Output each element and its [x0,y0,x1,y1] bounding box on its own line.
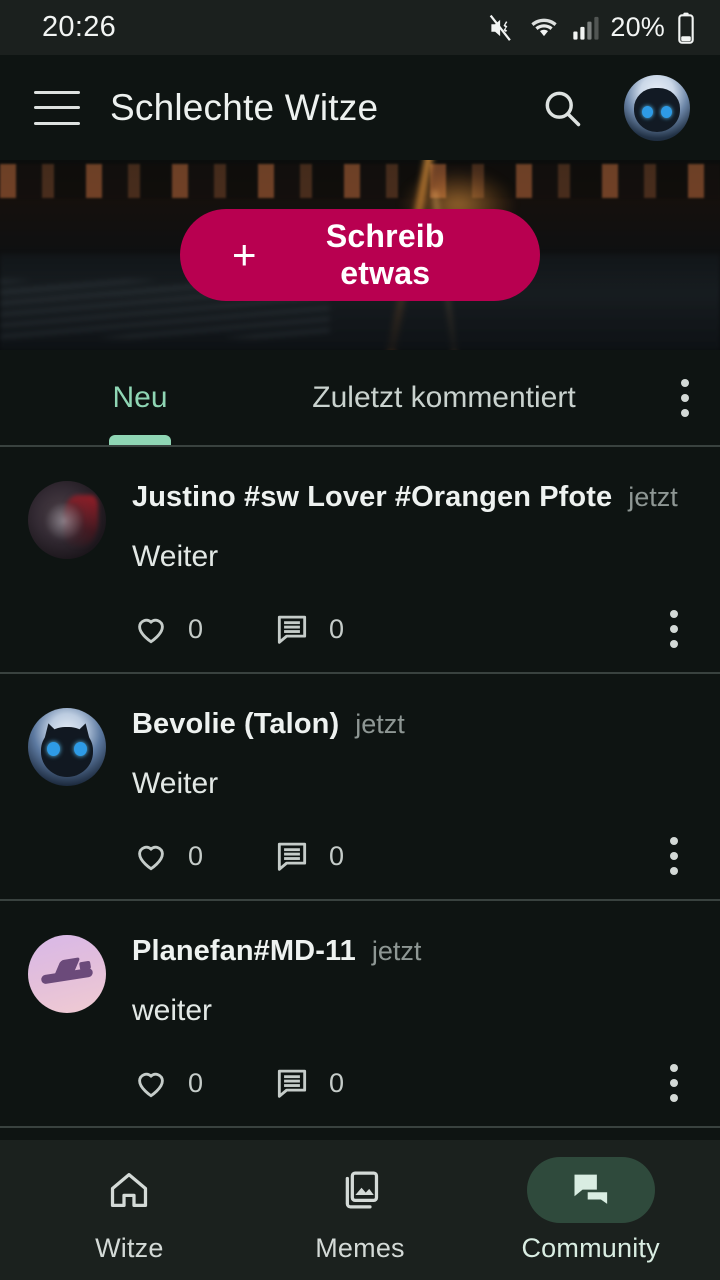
cat-eye-left-icon [642,105,653,118]
post-header: Planefan#MD-11 jetzt weiter 0 0 [28,935,692,1108]
status-bar: 20:26 20% [0,0,720,55]
home-icon [111,1172,148,1207]
comment-count: 0 [329,840,345,871]
tab-zuletzt-kommentiert-label: Zuletzt kommentiert [312,380,576,414]
post-overflow-menu-button[interactable] [656,604,692,654]
comment-button[interactable]: 0 [273,837,344,875]
post-actions: 0 0 [132,604,692,654]
avatar[interactable] [624,74,690,141]
tab-active-indicator [109,435,171,445]
heart-icon [138,1072,164,1098]
post-body: Justino #sw Lover #Orangen Pfote jetzt W… [132,481,692,654]
post-author[interactable]: Justino #sw Lover #Orangen Pfote [132,481,612,514]
post-timestamp: jetzt [371,936,422,966]
bottom-navigation: Witze Memes Community [0,1140,720,1280]
post-feed[interactable]: Justino #sw Lover #Orangen Pfote jetzt W… [0,447,720,1140]
mute-icon [487,13,517,43]
hamburger-menu-icon[interactable] [34,90,80,125]
post-meta: Bevolie (Talon) jetzt [132,708,692,741]
heart-icon [138,618,164,644]
like-button[interactable]: 0 [132,610,203,648]
app-screen: 20:26 20% Schlechte Witze + Schreib etwa… [0,0,720,1280]
banner-crowd [0,164,720,198]
cat-eye-right-icon [74,742,87,756]
post-text: Weiter [132,540,219,573]
compose-post-label: Schreib etwas [325,218,445,291]
like-button[interactable]: 0 [132,1064,203,1102]
search-icon[interactable] [536,82,588,134]
feed-tabs: Neu Zuletzt kommentiert [0,350,720,447]
tab-neu-label: Neu [112,380,168,414]
post-text: weiter [132,994,213,1027]
comment-icon [277,615,307,644]
comment-count: 0 [329,613,345,644]
nav-item-memes[interactable]: Memes [260,1157,460,1264]
compose-post-button[interactable]: + Schreib etwas [180,209,540,301]
post-avatar[interactable] [28,935,106,1013]
more-vertical-icon [670,610,678,648]
page-title: Schlechte Witze [110,86,379,128]
post-author[interactable]: Planefan#MD-11 [132,935,356,968]
nav-item-memes-label: Memes [315,1232,405,1263]
post-timestamp: jetzt [355,709,405,739]
chat-bubbles-icon [574,1174,607,1204]
nav-item-witze[interactable]: Witze [29,1157,229,1264]
heart-icon [138,845,164,871]
like-count: 0 [188,613,204,644]
plus-icon: + [232,231,257,278]
post-item[interactable]: Planefan#MD-11 jetzt weiter 0 0 [0,901,720,1128]
like-count: 0 [188,1067,204,1098]
nav-item-community[interactable]: Community [491,1156,691,1264]
airplane-icon [40,967,94,985]
tab-neu[interactable]: Neu [0,350,280,445]
post-actions: 0 0 [132,831,692,881]
nav-pill [296,1157,424,1223]
nav-pill [526,1156,655,1223]
post-overflow-menu-button[interactable] [656,1058,692,1108]
more-vertical-icon [670,837,678,875]
comment-icon [277,842,307,871]
post-item[interactable]: Bevolie (Talon) jetzt Weiter 0 0 [0,674,720,901]
cat-eye-right-icon [661,105,672,118]
app-bar: Schlechte Witze [0,55,720,160]
post-timestamp: jetzt [628,482,678,512]
status-time: 20:26 [42,11,117,43]
battery-icon [676,12,696,44]
photo-library-icon [345,1171,379,1208]
cat-eye-left-icon [47,742,60,756]
post-avatar[interactable] [28,481,106,559]
battery-percent: 20% [610,12,665,42]
post-body: Planefan#MD-11 jetzt weiter 0 0 [132,935,692,1108]
comment-button[interactable]: 0 [273,1064,344,1102]
cat-face-icon [634,88,680,133]
like-count: 0 [188,840,204,871]
post-overflow-menu-button[interactable] [656,831,692,881]
wifi-icon [528,13,560,43]
post-body: Bevolie (Talon) jetzt Weiter 0 0 [132,708,692,881]
like-button[interactable]: 0 [132,837,203,875]
post-meta: Planefan#MD-11 jetzt [132,935,692,968]
status-icons: 20% [487,12,696,44]
comment-count: 0 [329,1067,345,1098]
feed-overflow-menu-button[interactable] [650,350,720,445]
more-vertical-icon [670,1064,678,1102]
post-meta: Justino #sw Lover #Orangen Pfote jetzt [132,481,692,514]
nav-pill [65,1157,193,1223]
signal-icon [571,14,599,42]
tab-zuletzt-kommentiert[interactable]: Zuletzt kommentiert [280,350,650,445]
post-item[interactable]: Justino #sw Lover #Orangen Pfote jetzt W… [0,447,720,674]
comment-icon [277,1069,307,1098]
more-vertical-icon [681,378,689,417]
post-header: Bevolie (Talon) jetzt Weiter 0 0 [28,708,692,881]
comment-button[interactable]: 0 [273,610,344,648]
post-header: Justino #sw Lover #Orangen Pfote jetzt W… [28,481,692,654]
post-avatar[interactable] [28,708,106,786]
community-banner: + Schreib etwas [0,160,720,350]
post-author[interactable]: Bevolie (Talon) [132,708,339,741]
post-text: Weiter [132,767,219,800]
nav-item-community-label: Community [521,1232,660,1263]
post-actions: 0 0 [132,1058,692,1108]
nav-item-witze-label: Witze [95,1232,164,1263]
